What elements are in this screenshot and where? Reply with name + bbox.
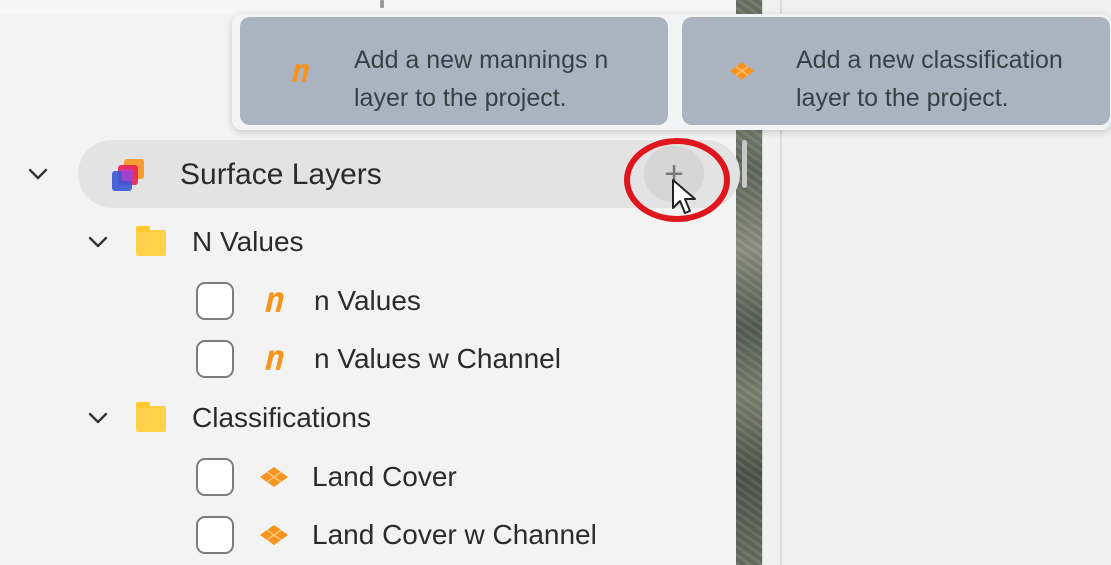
mannings-option-line2: layer to the project. <box>354 84 567 112</box>
mannings-n-icon <box>265 292 284 312</box>
tree-scrollbar[interactable] <box>742 140 747 188</box>
folder-icon <box>136 402 166 432</box>
layer-label-land-cover[interactable]: Land Cover <box>312 459 457 495</box>
checkbox-land-cover-w-channel[interactable] <box>196 516 234 554</box>
mannings-option-line1: Add a new mannings n <box>354 46 609 74</box>
surface-layers-collapse-chevron[interactable] <box>24 160 52 188</box>
add-layer-flyout: Add a new mannings n layer to the projec… <box>232 14 1111 130</box>
mouse-cursor-icon <box>672 179 696 214</box>
checkbox-land-cover[interactable] <box>196 458 234 496</box>
classification-option-text: Add a new classification layer to the pr… <box>796 41 1106 117</box>
chevron-down-icon <box>88 236 108 248</box>
classification-layer-icon <box>728 57 756 85</box>
top-strip <box>0 0 736 14</box>
mannings-n-icon <box>286 57 314 85</box>
classification-option-line2: layer to the project. <box>796 84 1009 112</box>
checkbox-n-values-w-channel[interactable] <box>196 340 234 378</box>
checkbox-n-values[interactable] <box>196 282 234 320</box>
mannings-n-icon <box>265 350 284 370</box>
chevron-down-icon <box>28 168 48 180</box>
group-label-n-values: N Values <box>192 226 304 257</box>
layer-label-n-values-w-channel[interactable]: n Values w Channel <box>314 341 561 377</box>
classifications-collapse-chevron[interactable] <box>88 406 112 430</box>
chevron-down-icon <box>88 412 108 424</box>
layer-label-land-cover-w-channel[interactable]: Land Cover w Channel <box>312 517 597 553</box>
add-classification-layer-option[interactable]: Add a new classification layer to the pr… <box>682 17 1110 125</box>
folder-icon <box>136 226 166 256</box>
add-mannings-layer-option[interactable]: Add a new mannings n layer to the projec… <box>240 17 668 125</box>
classification-layer-icon <box>260 525 288 545</box>
top-tick-mark <box>380 0 384 8</box>
app-window: Add a new mannings n layer to the projec… <box>0 0 1111 565</box>
classification-option-line1: Add a new classification <box>796 46 1063 74</box>
n-values-collapse-chevron[interactable] <box>88 230 112 254</box>
surface-layers-label: Surface Layers <box>180 158 382 191</box>
surface-layers-icon <box>110 155 154 195</box>
group-label-classifications: Classifications <box>192 402 371 433</box>
layer-label-n-values[interactable]: n Values <box>314 283 421 319</box>
classification-layer-icon <box>260 467 288 487</box>
mannings-option-text: Add a new mannings n layer to the projec… <box>354 41 664 117</box>
